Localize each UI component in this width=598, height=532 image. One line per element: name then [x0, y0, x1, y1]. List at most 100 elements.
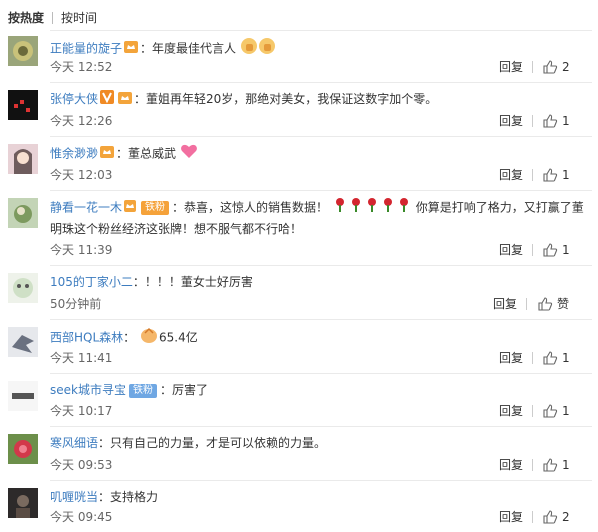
like-button[interactable]: 赞	[537, 296, 569, 312]
thumbs-up-icon	[258, 37, 276, 61]
comment-body: 65.4亿	[159, 330, 198, 345]
avatar[interactable]	[8, 381, 38, 411]
comment-row: seek城市寻宝 铁粉 ：厉害了 今天 10:17 回复 1	[0, 373, 598, 426]
rose-icon	[332, 197, 348, 219]
rose-icon	[348, 197, 364, 219]
sort-tabs: 按热度 按时间	[8, 6, 105, 30]
fan-badge: 铁粉	[128, 383, 157, 398]
comment-row: 正能量的旋子 ：年度最佳代言人 今天 12:52 回复 2	[0, 30, 598, 82]
avatar[interactable]	[8, 273, 38, 303]
comment-row: 惟余渺渺 ：董总威武 今天 12:03 回复 1	[0, 136, 598, 190]
vip-crown-icon	[124, 198, 137, 218]
tab-hot[interactable]: 按热度	[8, 6, 52, 30]
reply-button[interactable]: 回复	[499, 457, 523, 473]
avatar[interactable]	[8, 434, 38, 464]
thumbs-up-icon	[240, 37, 258, 61]
like-button[interactable]: 1	[542, 403, 570, 419]
reply-button[interactable]: 回复	[499, 509, 523, 525]
username[interactable]: 正能量的旋子	[50, 42, 122, 56]
reply-button[interactable]: 回复	[499, 113, 523, 129]
like-button[interactable]: 2	[542, 59, 570, 75]
rose-icon	[380, 197, 396, 219]
reply-button[interactable]: 回复	[499, 403, 523, 419]
thumbs-up-icon	[543, 458, 558, 472]
like-count: 2	[562, 60, 570, 74]
like-button[interactable]: 1	[542, 457, 570, 473]
username[interactable]: 寒风细语	[50, 436, 98, 450]
vip-crown-icon	[118, 90, 133, 110]
username[interactable]: 叽喱咣当	[50, 490, 98, 504]
comment-text: 105的丁家小二：！！！董女士好厉害	[50, 275, 253, 289]
avatar[interactable]	[8, 488, 38, 518]
avatar[interactable]	[8, 36, 38, 66]
fan-badge: 铁粉	[141, 201, 170, 215]
like-button[interactable]: 2	[542, 509, 570, 525]
avatar[interactable]	[8, 90, 38, 120]
comment-row: 叽喱咣当：支持格力 今天 09:45 回复 2	[0, 480, 598, 532]
rose-icon	[364, 197, 380, 219]
comment-body: 支持格力	[110, 490, 159, 504]
comment-row: 寒风细语：只有自己的力量，才是可以依赖的力量。 今天 09:53 回复 1	[0, 426, 598, 480]
like-button[interactable]: 1	[542, 167, 570, 183]
like-count: 1	[562, 243, 570, 257]
thumbs-up-icon	[538, 297, 553, 311]
username[interactable]: 西部HQL森林	[50, 331, 123, 345]
comment-body: 董姐再年轻20岁，那绝对美女，我保证这数字加个零。	[146, 92, 438, 106]
avatar[interactable]	[8, 144, 38, 174]
username[interactable]: 静看一花一木	[50, 201, 122, 215]
like-label: 赞	[557, 297, 570, 311]
reply-button[interactable]: 回复	[499, 350, 523, 366]
comment-row: 西部HQL森林： 65.4亿 今天 11:41 回复 1	[0, 319, 598, 373]
timestamp: 今天 10:17	[50, 404, 113, 418]
comment-body: 董总威武	[128, 146, 177, 161]
username[interactable]: 惟余渺渺	[50, 147, 98, 161]
like-button[interactable]: 1	[542, 350, 570, 366]
comment-body: 只有自己的力量，才是可以依赖的力量。	[110, 436, 327, 450]
like-count: 1	[562, 351, 570, 365]
like-count: 1	[562, 404, 570, 418]
like-count: 1	[562, 114, 570, 128]
comment-text: 寒风细语：只有自己的力量，才是可以依赖的力量。	[50, 436, 327, 450]
timestamp: 今天 09:53	[50, 458, 113, 472]
comment-body: 厉害了	[171, 383, 208, 397]
comment-body: 年度最佳代言人	[152, 41, 237, 56]
like-button[interactable]: 1	[542, 113, 570, 129]
like-count: 2	[562, 510, 570, 524]
thumbs-up-icon	[543, 404, 558, 418]
rose-icon	[396, 197, 412, 219]
thumbs-up-icon	[543, 510, 558, 524]
timestamp: 今天 12:26	[50, 114, 113, 128]
comment-row: 张停大侠 ：董姐再年轻20岁，那绝对美女，我保证这数字加个零。 今天 12:26 …	[0, 82, 598, 136]
comment-text: 正能量的旋子 ：年度最佳代言人	[50, 37, 588, 61]
username[interactable]: seek城市寻宝	[50, 383, 126, 397]
tab-time[interactable]: 按时间	[61, 6, 105, 30]
comment-text: seek城市寻宝 铁粉 ：厉害了	[50, 383, 208, 398]
reply-button[interactable]: 回复	[493, 296, 517, 312]
avatar[interactable]	[8, 198, 38, 228]
verified-v-icon	[100, 89, 115, 110]
reply-button[interactable]: 回复	[499, 167, 523, 183]
like-button[interactable]: 1	[542, 242, 570, 258]
username[interactable]: 105的丁家小二	[50, 275, 133, 289]
comment-text: 张停大侠 ：董姐再年轻20岁，那绝对美女，我保证这数字加个零。	[50, 89, 588, 110]
timestamp: 今天 11:41	[50, 351, 113, 365]
tab-divider	[52, 12, 54, 24]
reply-button[interactable]: 回复	[499, 59, 523, 75]
thumbs-up-icon	[543, 168, 558, 182]
comment-text: 惟余渺渺 ：董总威武	[50, 143, 588, 165]
like-count: 1	[562, 458, 570, 472]
comment-body: ！！！董女士好厉害	[144, 275, 253, 289]
reply-button[interactable]: 回复	[499, 242, 523, 258]
avatar[interactable]	[8, 327, 38, 357]
comment-row: 静看一花一木 铁粉 ：恭喜，这惊人的销售数据！ 你算是打响了格力，又打赢了董明珠这个…	[0, 190, 598, 265]
timestamp: 50分钟前	[50, 297, 102, 311]
timestamp: 今天 12:03	[50, 168, 113, 182]
thumbs-up-icon	[543, 60, 558, 74]
like-count: 1	[562, 168, 570, 182]
heart-icon	[180, 143, 198, 165]
comment-body: 恭喜，这惊人的销售数据！	[184, 200, 329, 215]
thumbs-up-icon	[543, 243, 558, 257]
thumbs-up-icon	[543, 114, 558, 128]
username[interactable]: 张停大侠	[50, 92, 98, 106]
clap-icon	[139, 326, 159, 350]
